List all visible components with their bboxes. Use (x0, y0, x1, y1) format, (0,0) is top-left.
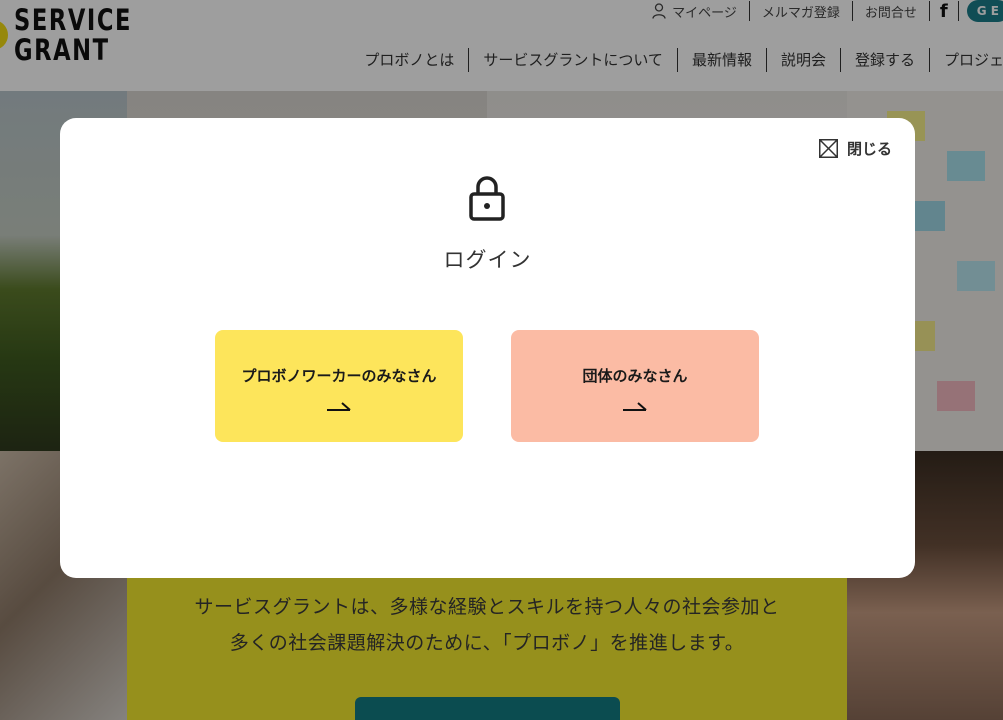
login-modal: 閉じる ログイン プロボノワーカーのみなさん 団体のみなさん (60, 118, 915, 578)
close-button[interactable]: 閉じる (818, 138, 892, 159)
close-icon (818, 139, 838, 158)
arrow-right-icon (623, 401, 647, 411)
close-label: 閉じる (846, 140, 892, 158)
organization-login-button[interactable]: 団体のみなさん (511, 330, 759, 442)
arrow-right-icon (327, 401, 351, 411)
organization-label: 団体のみなさん (582, 366, 688, 385)
modal-title: ログイン (443, 248, 532, 272)
probono-worker-login-button[interactable]: プロボノワーカーのみなさん (215, 330, 463, 442)
probono-worker-label: プロボノワーカーのみなさん (241, 366, 437, 385)
lock-icon (469, 176, 505, 221)
